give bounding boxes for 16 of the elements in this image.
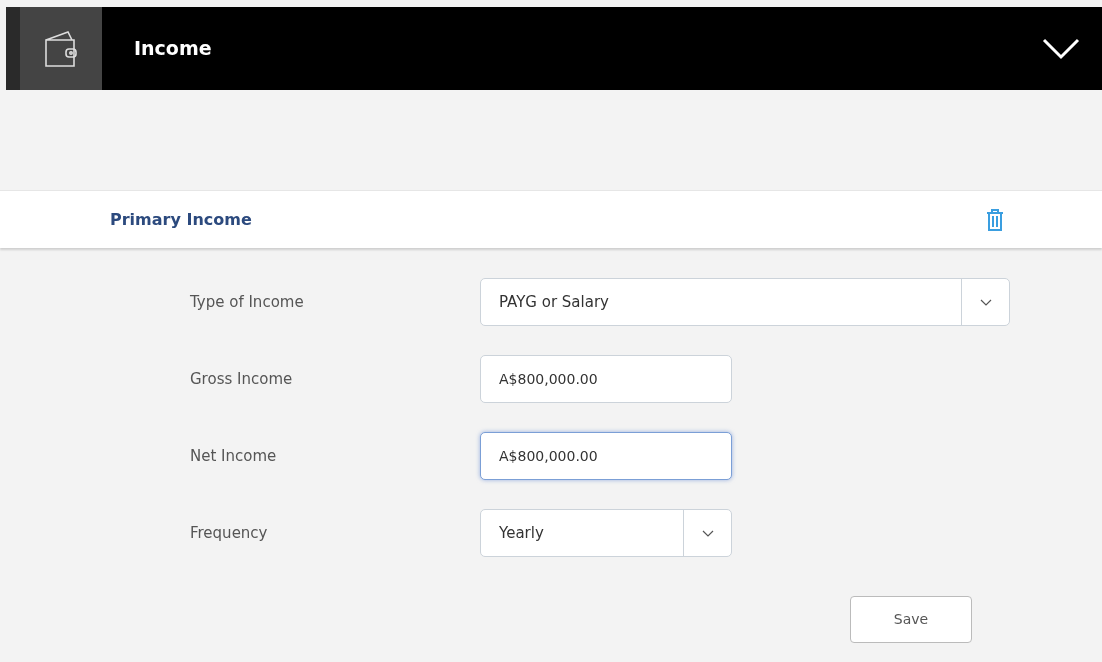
wallet-icon	[44, 29, 78, 68]
chevron-down-icon[interactable]	[1042, 37, 1080, 60]
dropdown[interactable]: PAYG or Salary	[480, 278, 1010, 326]
input-field[interactable]: A$800,000.00	[480, 432, 732, 480]
field-label: Net Income	[190, 445, 278, 467]
chevron-down-icon	[979, 298, 992, 306]
input-field[interactable]: A$800,000.00	[480, 355, 732, 403]
chevron-down-icon	[701, 529, 714, 537]
field-label: Type of Income	[190, 291, 305, 313]
page-title: Income	[133, 36, 213, 62]
dropdown[interactable]: Yearly	[480, 509, 732, 557]
trash-icon[interactable]	[986, 207, 1004, 232]
field-label: Gross Income	[190, 368, 294, 390]
section-title: Primary Income	[110, 208, 252, 231]
save-button[interactable]: Save	[850, 596, 972, 643]
field-label: Frequency	[190, 522, 269, 544]
